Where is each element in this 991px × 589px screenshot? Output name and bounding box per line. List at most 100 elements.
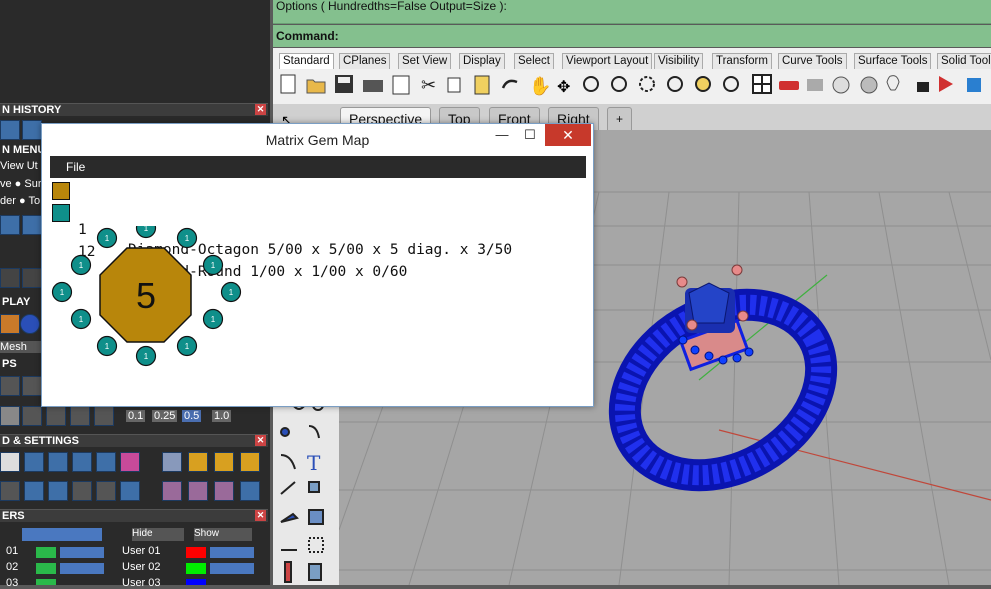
gem-tool-button[interactable] [0, 215, 20, 235]
zoom-extents-icon[interactable] [639, 76, 655, 92]
settings-tool-button[interactable] [214, 481, 234, 501]
scale-value[interactable]: 0.1 [126, 410, 146, 422]
zoom-target-icon[interactable] [695, 76, 711, 92]
sphere-render-icon[interactable] [832, 76, 850, 94]
settings-tool-button[interactable] [48, 452, 68, 472]
command-prompt[interactable]: Command: [273, 25, 991, 47]
settings-tool-button[interactable] [96, 481, 116, 501]
scale-value[interactable]: 0.5 [182, 410, 202, 422]
eye-button[interactable] [70, 406, 90, 426]
menu-row[interactable]: ve ● Sur [0, 178, 42, 190]
tab-curve-tools[interactable]: Curve Tools [778, 53, 847, 69]
layer-toggles[interactable] [210, 547, 254, 558]
layer-toggles[interactable] [210, 563, 254, 574]
car-icon[interactable] [779, 81, 799, 90]
toolbar-icons[interactable]: ✂ ✋ ✥ [277, 72, 991, 98]
tab-surface-tools[interactable]: Surface Tools [854, 53, 932, 69]
ring-model[interactable] [594, 264, 852, 510]
layer-name[interactable]: User 01 [122, 545, 161, 557]
line-button[interactable] [22, 406, 42, 426]
history-tool-button[interactable] [0, 120, 20, 140]
grid-icon[interactable] [308, 537, 324, 553]
settings-tool-button[interactable] [96, 452, 116, 472]
history-tool-button[interactable] [22, 120, 42, 140]
sphere-button[interactable] [20, 314, 40, 334]
render-icon[interactable] [807, 79, 823, 91]
settings-tool-button[interactable] [0, 452, 20, 472]
settings-tool-button[interactable] [120, 452, 140, 472]
offset-icon[interactable] [280, 481, 296, 495]
array-icon[interactable] [308, 481, 320, 493]
layer-toggles[interactable] [60, 547, 104, 558]
settings-tool-button[interactable] [48, 481, 68, 501]
fillet-icon[interactable] [280, 454, 296, 470]
close-button[interactable]: ✕ [545, 124, 591, 146]
zoom-window-icon[interactable] [611, 76, 627, 92]
settings-tool-button[interactable] [24, 481, 44, 501]
settings-tool-button[interactable] [214, 452, 234, 472]
layer-color[interactable] [36, 579, 56, 585]
edit-icon[interactable] [280, 512, 299, 523]
undo-view-icon[interactable] [723, 76, 739, 92]
material-icon[interactable] [860, 76, 878, 94]
add-viewport-button[interactable]: + [607, 107, 633, 130]
menu-row[interactable]: View Ut [0, 160, 38, 172]
settings-tool-button[interactable] [0, 481, 20, 501]
tab-display[interactable]: Display [459, 53, 505, 69]
render-button[interactable] [0, 314, 20, 334]
settings-tool-button[interactable] [120, 481, 140, 501]
layer-name[interactable]: User 03 [122, 577, 161, 589]
paste-icon[interactable] [474, 75, 490, 95]
scale-value[interactable]: 1.0 [212, 410, 232, 422]
tab-standard[interactable]: Standard [279, 53, 334, 69]
dialog-titlebar[interactable]: Matrix Gem Map — ☐ ✕ [42, 124, 593, 155]
settings-tool-button[interactable] [72, 452, 92, 472]
scale-value[interactable]: 0.25 [152, 410, 178, 422]
settings-tool-button[interactable] [24, 452, 44, 472]
print-icon[interactable] [363, 80, 383, 92]
ruler-button[interactable] [46, 406, 66, 426]
pan-icon[interactable]: ✋ [529, 75, 551, 96]
light-icon[interactable] [886, 75, 900, 91]
tab-select[interactable]: Select [514, 53, 554, 69]
maximize-button[interactable]: ☐ [516, 124, 544, 146]
snap-button[interactable] [0, 376, 20, 396]
file-menu[interactable]: File [50, 160, 85, 174]
copy-icon[interactable] [447, 77, 461, 93]
tab-set-view[interactable]: Set View [398, 53, 452, 69]
layer-color[interactable] [186, 563, 206, 574]
lock-icon[interactable] [917, 82, 929, 92]
layer-icon[interactable] [939, 76, 953, 92]
layer-color[interactable] [186, 547, 206, 558]
settings-tool-button[interactable] [188, 481, 208, 501]
points-icon[interactable] [280, 427, 290, 437]
tab-visibility[interactable]: Visibility [654, 53, 704, 69]
new-file-icon[interactable] [280, 74, 296, 94]
undo-icon[interactable] [501, 79, 518, 89]
layer-color[interactable] [36, 547, 56, 558]
tab-cplanes[interactable]: CPlanes [339, 53, 391, 69]
copy-layer-icon[interactable] [308, 563, 322, 581]
text-icon[interactable]: T [307, 451, 321, 475]
box-icon[interactable] [308, 509, 324, 525]
show-button[interactable]: Show [194, 528, 252, 541]
import-icon[interactable] [392, 75, 410, 95]
layer-all-toggle[interactable] [22, 528, 102, 541]
zoom-selected-icon[interactable] [667, 76, 683, 92]
cut-icon[interactable]: ✂ [421, 75, 436, 95]
measure-button[interactable] [94, 406, 114, 426]
minimize-button[interactable]: — [488, 124, 516, 146]
curve-tool-button[interactable] [22, 268, 42, 288]
settings-tool-button[interactable] [162, 481, 182, 501]
layer-name[interactable]: User 02 [122, 561, 161, 573]
zoom-icon[interactable] [583, 76, 599, 92]
menu-row[interactable]: der ● To [0, 195, 40, 207]
open-file-icon[interactable] [306, 79, 326, 94]
close-icon[interactable]: ✕ [255, 510, 266, 521]
filter-button[interactable] [72, 481, 92, 501]
rotate-view-icon[interactable]: ✥ [557, 79, 570, 96]
layer-color[interactable] [186, 579, 206, 585]
close-icon[interactable]: ✕ [255, 104, 266, 115]
curve-tool-button[interactable] [0, 268, 20, 288]
close-icon[interactable]: ✕ [255, 435, 266, 446]
